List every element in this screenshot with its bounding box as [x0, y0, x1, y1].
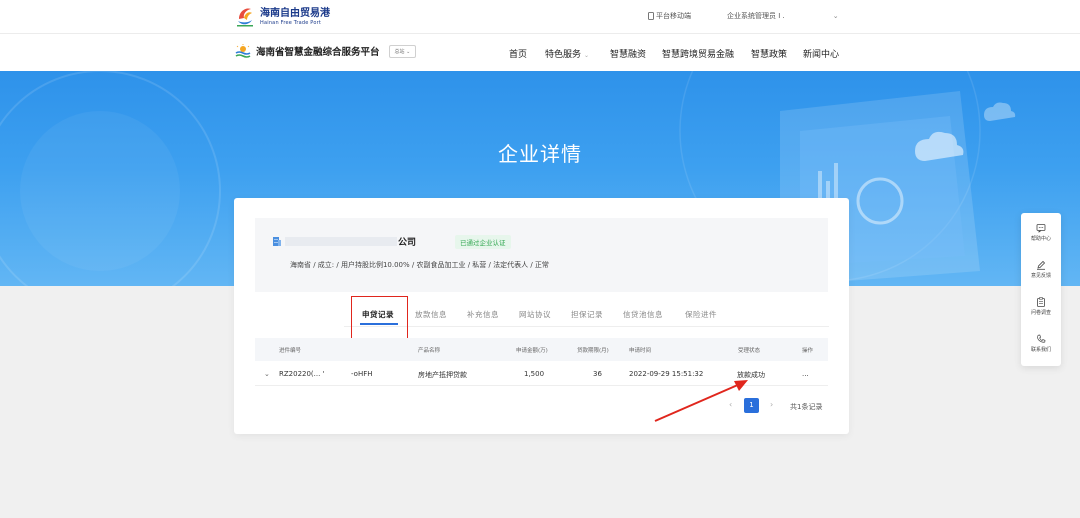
main-menu: 首页 特色服务 ⌄ 智慧融资 智慧跨境贸易金融 智慧政策 新闻中心 — [0, 47, 1080, 60]
menu-item-featured-services-label: 特色服务 — [545, 50, 582, 60]
side-contact-us[interactable]: 联系我们 — [1021, 334, 1061, 353]
edit-icon — [1037, 260, 1046, 270]
menu-item-smart-financing[interactable]: 智慧融资 — [610, 47, 646, 60]
chevron-down-icon: ⌄ — [584, 52, 590, 59]
tab-credit-pool-info[interactable]: 信贷池信息 — [623, 309, 663, 320]
logo-title: 海南自由贸易港 — [260, 7, 330, 19]
hainan-ftp-logo[interactable]: 海南自由贸易港 Hainan Free Trade Port — [236, 5, 330, 29]
cell-amount: 1,500 — [524, 370, 545, 378]
cell-action[interactable]: ... — [802, 370, 809, 378]
logo-subtitle: Hainan Free Trade Port — [260, 19, 321, 26]
detail-tabs: 申贷记录 放款信息 补充信息 网站协议 担保记录 信贷池信息 保险进件 — [234, 309, 849, 327]
menu-item-news-center[interactable]: 新闻中心 — [803, 47, 839, 60]
clipboard-icon — [1037, 297, 1045, 307]
side-survey-label: 问卷调查 — [1030, 310, 1051, 316]
company-name: 公司 — [398, 238, 417, 248]
expand-row-icon[interactable]: ⌄ — [264, 370, 270, 378]
annotation-highlight-box — [351, 296, 408, 339]
help-center-icon — [1036, 224, 1046, 233]
page-title: 企业详情 — [498, 142, 582, 166]
cell-term: 36 — [593, 370, 602, 378]
floating-side-widget: 帮助中心 意见反馈 问卷调查 联系我们 — [1021, 213, 1061, 366]
admin-menu[interactable]: 企业系统管理员 I . ⌄ — [727, 11, 839, 21]
mobile-platform-label: 平台移动端 — [656, 12, 691, 20]
side-help-center[interactable]: 帮助中心 — [1021, 223, 1061, 242]
next-page-icon[interactable]: › — [770, 400, 773, 409]
enterprise-detail-card: 公司 已通过企业认证 海南省 / 成立: / 用户持股比例10.00% / 农副… — [234, 198, 849, 434]
mobile-icon — [648, 12, 654, 20]
cell-id-suffix: -oHFH — [351, 370, 373, 378]
top-bar: 海南自由贸易港 Hainan Free Trade Port 平台移动端 企业系… — [0, 0, 1080, 34]
menu-item-home[interactable]: 首页 — [509, 47, 527, 60]
pagination-total: 共1条记录 — [790, 403, 823, 411]
tab-supplementary-info[interactable]: 补充信息 — [467, 309, 499, 320]
admin-label: 企业系统管理员 I . — [727, 12, 785, 20]
side-survey[interactable]: 问卷调查 — [1021, 297, 1061, 316]
cell-id: RZ20220(... ' — [279, 370, 325, 378]
side-help-center-label: 帮助中心 — [1030, 236, 1051, 242]
logo-icon — [236, 5, 254, 29]
company-summary: 公司 已通过企业认证 海南省 / 成立: / 用户持股比例10.00% / 农副… — [255, 218, 828, 292]
side-contact-us-label: 联系我们 — [1030, 347, 1051, 353]
tab-disbursement-info[interactable]: 放款信息 — [415, 309, 447, 320]
menu-item-smart-policy[interactable]: 智慧政策 — [751, 47, 787, 60]
certification-badge: 已通过企业认证 — [455, 235, 511, 249]
side-feedback[interactable]: 意见反馈 — [1021, 260, 1061, 279]
phone-icon — [1037, 334, 1046, 343]
tab-website-agreement[interactable]: 网站协议 — [519, 309, 551, 320]
annotation-arrow-icon — [654, 380, 748, 422]
company-info: 海南省 / 成立: / 用户持股比例10.00% / 农副食品加工业 / 私营 … — [290, 261, 549, 269]
column-header-time: 申请时间 — [629, 348, 652, 354]
building-icon — [273, 237, 281, 246]
column-header-id: 进件编号 — [279, 348, 302, 354]
side-feedback-label: 意见反馈 — [1030, 273, 1051, 279]
table-header: 进件编号 产品名称 申请金额(万) 贷款期限(月) 申请时间 受理状态 操作 — [255, 338, 828, 361]
cell-product: 房地产抵押贷款 — [418, 371, 467, 379]
column-header-status: 受理状态 — [738, 348, 761, 354]
cell-time: 2022-09-29 15:51:32 — [629, 370, 704, 378]
menu-item-cross-border-finance[interactable]: 智慧跨境贸易金融 — [662, 47, 734, 60]
mobile-platform-link[interactable]: 平台移动端 — [648, 11, 691, 21]
chevron-down-icon: ⌄ — [832, 12, 839, 20]
column-header-product: 产品名称 — [418, 348, 441, 354]
column-header-amount: 申请金额(万) — [516, 348, 548, 354]
redacted-name — [285, 237, 397, 246]
main-navbar: 海南省智慧金融综合服务平台 总站 ⌄ 首页 特色服务 ⌄ 智慧融资 智慧跨境贸易金… — [0, 34, 1080, 71]
column-header-action: 操作 — [802, 348, 814, 354]
column-header-term: 贷款期限(月) — [577, 348, 609, 354]
tab-insurance-application[interactable]: 保险进件 — [685, 309, 717, 320]
tab-guarantee-records[interactable]: 担保记录 — [571, 309, 603, 320]
menu-item-featured-services[interactable]: 特色服务 ⌄ — [545, 47, 589, 60]
tab-divider — [344, 326, 829, 327]
